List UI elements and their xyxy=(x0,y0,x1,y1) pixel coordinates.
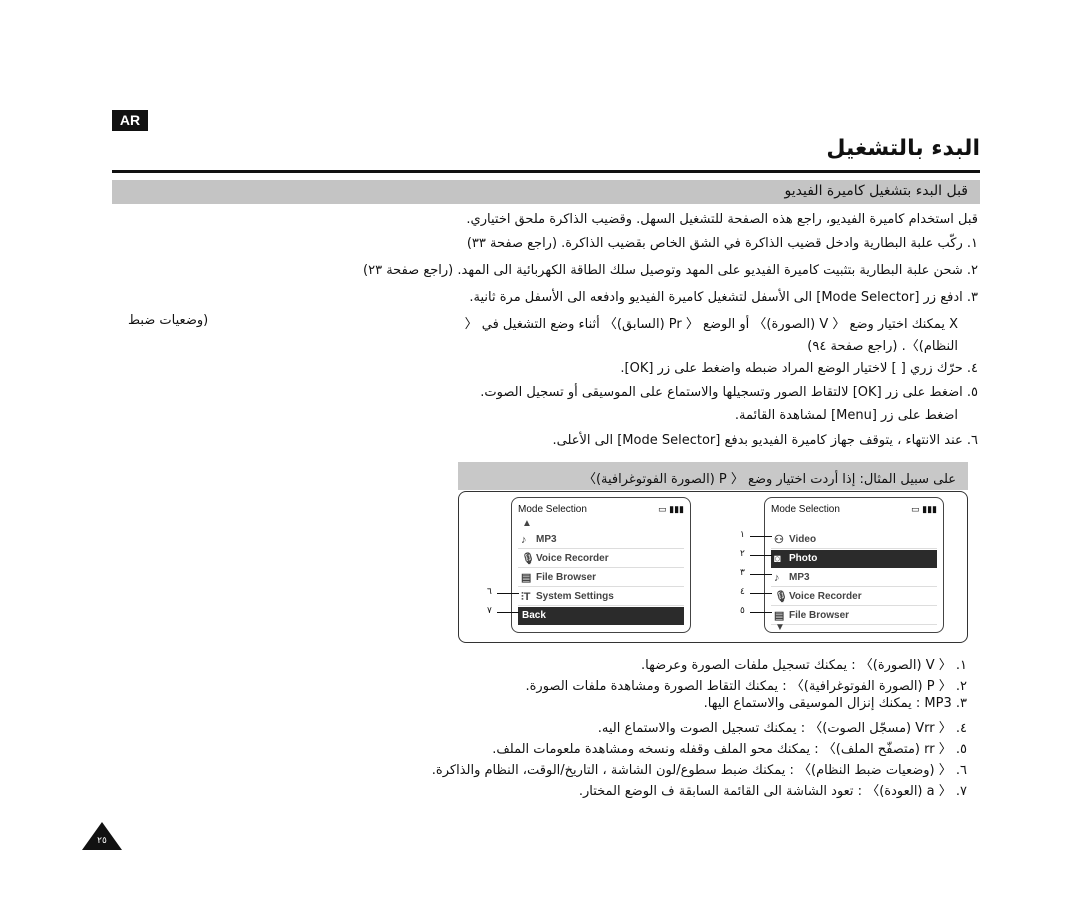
page-title: البدء بالتشغيل xyxy=(826,136,980,161)
description-1: ١. 〈 V (الصورة)〉 : يمكنك تسجيل ملفات الص… xyxy=(641,658,967,673)
description-2: ٢. 〈 P (الصورة الفوتوغرافية)〉 : يمكنك ال… xyxy=(525,679,967,694)
settings-icon: ⫶T xyxy=(521,591,531,603)
left-screen: Mode Selection ▭ ▮▮▮ ▲ ♪ MP3 🎙 Voice Recor… xyxy=(511,497,691,633)
camera-icon: ◙ xyxy=(774,553,781,565)
description-6: ٦. 〈 (وضعيات ضبط النظام)〉 : يمكنك ضبط سط… xyxy=(431,763,967,778)
menu-item-file-browser: ▤ File Browser xyxy=(518,569,684,587)
step-3-note: X يمكنك اختيار وضع 〈 V (الصورة)〉 أو الوض… xyxy=(464,317,958,332)
menu-item-video: ⚇ Video xyxy=(771,531,937,549)
callout-5: ٥ xyxy=(740,606,771,616)
screens-figure: Mode Selection ▭ ▮▮▮ ▲ ♪ MP3 🎙 Voice Recor… xyxy=(458,491,968,643)
callout-3: ٣ xyxy=(740,568,771,578)
callout-4: ٤ xyxy=(740,587,771,597)
menu-item-voice-recorder: 🎙 Voice Recorder xyxy=(771,588,937,606)
microphone-icon: 🎙 xyxy=(521,553,535,565)
step-3: ٣. ادفع زر [Mode Selector] الى الأسفل لت… xyxy=(469,290,978,305)
menu-item-back: Back xyxy=(518,607,684,625)
example-text: على سبيل المثال: إذا أردت اختيار وضع 〈 P… xyxy=(582,472,956,487)
menu-item-mp3: ♪ MP3 xyxy=(518,531,684,549)
menu-item-photo: ◙ Photo xyxy=(771,550,937,568)
description-5: ٥. 〈 rr (متصفّح الملف)〉 : يمكنك محو المل… xyxy=(492,742,967,757)
battery-icon: ▭ ▮▮▮ xyxy=(658,504,684,514)
description-4: ٤. 〈 Vrr (مسجّل الصوت)〉 : يمكنك تسجيل ال… xyxy=(597,721,967,736)
scroll-down-icon: ▼ xyxy=(775,622,785,633)
step-1: ١. ركّب علبة البطارية وادخل قضيب الذاكرة… xyxy=(466,236,978,251)
music-note-icon: ♪ xyxy=(774,572,780,584)
intro-text: قبل استخدام كاميرة الفيديو، راجع هذه الص… xyxy=(466,212,978,227)
microphone-icon: 🎙 xyxy=(774,591,788,603)
step-6: ٦. عند الانتهاء ، يتوقف جهاز كاميرة الفي… xyxy=(552,433,978,448)
callout-6: ٦ xyxy=(487,587,518,597)
page-number: ٢٥ xyxy=(97,836,107,846)
video-camera-icon: ⚇ xyxy=(774,534,784,546)
section-title: قبل البدء بتشغيل كاميرة الفيديو xyxy=(784,183,968,199)
document-icon: ▤ xyxy=(521,572,532,584)
scroll-up-icon: ▲ xyxy=(522,518,532,529)
example-box: على سبيل المثال: إذا أردت اختيار وضع 〈 P… xyxy=(458,462,968,490)
step-5: ٥. اضغط على زر [OK] لالتقاط الصور وتسجيل… xyxy=(480,385,978,400)
music-note-icon: ♪ xyxy=(521,534,527,546)
description-7: ٧. 〈 a (العودة)〉 : تعود الشاشة الى القائ… xyxy=(578,784,967,799)
menu-item-mp3: ♪ MP3 xyxy=(771,569,937,587)
menu-item-file-browser: ▤ File Browser xyxy=(771,607,937,625)
menu-line: اضغط على زر [Menu] لمشاهدة القائمة. xyxy=(734,408,958,423)
step-3-note-cont: النظام)〉. (راجع صفحة ٩٤) xyxy=(807,339,958,354)
language-badge: AR xyxy=(112,110,148,131)
step-2: ٢. شحن علبة البطارية بتثبيت كاميرة الفيد… xyxy=(363,263,978,278)
title-divider xyxy=(112,170,980,173)
menu-item-system-settings: ⫶T System Settings xyxy=(518,588,684,606)
callout-2: ٢ xyxy=(740,549,771,559)
screen-header: Mode Selection xyxy=(771,504,840,515)
screen-header: Mode Selection xyxy=(518,504,587,515)
menu-item-voice-recorder: 🎙 Voice Recorder xyxy=(518,550,684,568)
callout-1: ١ xyxy=(740,530,771,540)
step-3-note-end: (وضعيات ضبط xyxy=(128,313,209,328)
description-3: ٣. MP3 : يمكنك إنزال الموسيقى والاستماع … xyxy=(703,696,967,711)
step-4: ٤. حرّك زري [ ] لاختيار الوضع المراد ضبط… xyxy=(620,361,978,376)
section-header: قبل البدء بتشغيل كاميرة الفيديو xyxy=(112,180,980,204)
battery-icon: ▭ ▮▮▮ xyxy=(911,504,937,514)
callout-7: ٧ xyxy=(487,606,518,616)
right-screen: Mode Selection ▭ ▮▮▮ ⚇ Video ◙ Photo ♪ MP3 … xyxy=(764,497,944,633)
